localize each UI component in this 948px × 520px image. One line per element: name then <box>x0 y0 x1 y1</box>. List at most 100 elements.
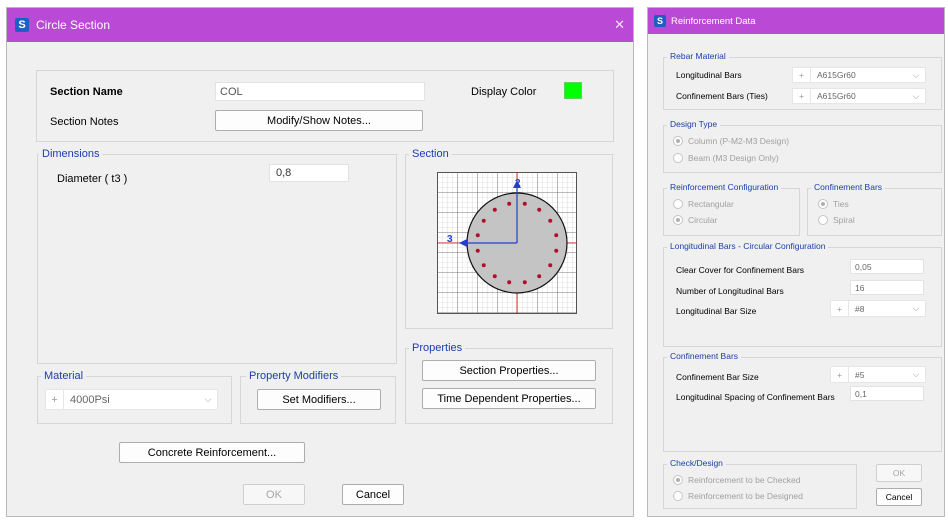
plus-icon[interactable]: + <box>793 68 811 82</box>
axis-2-label: 2 <box>515 178 521 189</box>
rebar-dot <box>475 248 480 253</box>
chevron-down-icon[interactable]: ⌵ <box>907 91 925 102</box>
confinement-spiral-radio[interactable]: Spiral <box>818 215 855 225</box>
reinforcement-cancel-button[interactable]: Cancel <box>876 488 922 506</box>
design-type-column-radio[interactable]: Column (P-M2-M3 Design) <box>673 136 789 146</box>
plus-icon[interactable]: + <box>793 89 811 103</box>
design-type-beam-radio[interactable]: Beam (M3 Design Only) <box>673 153 779 163</box>
section-name-field[interactable]: COL <box>215 82 425 101</box>
modify-notes-button[interactable]: Modify/Show Notes... <box>215 110 423 131</box>
concrete-reinforcement-button[interactable]: Concrete Reinforcement... <box>119 442 305 463</box>
confinement-type-group <box>807 188 942 236</box>
radio-unselected-icon <box>673 199 683 209</box>
reinforcement-configuration-group-label: Reinforcement Configuration <box>667 182 782 192</box>
cancel-button[interactable]: Cancel <box>342 484 404 505</box>
radio-unselected-icon <box>673 491 683 501</box>
reinforcement-designed-radio[interactable]: Reinforcement to be Designed <box>673 491 803 501</box>
confinement-bars-ties-label: Confinement Bars (Ties) <box>676 91 768 101</box>
num-longitudinal-bars-field[interactable]: 16 <box>850 280 924 295</box>
confinement-bars-ties-combo[interactable]: + A615Gr60 ⌵ <box>792 88 926 104</box>
radio-selected-icon <box>673 136 683 146</box>
reinforcement-data-dialog: S Reinforcement Data Rebar Material Long… <box>647 7 945 517</box>
material-combo[interactable]: + 4000Psi ⌵ <box>45 389 218 410</box>
rebar-dot <box>507 201 512 206</box>
radio-selected-icon <box>673 215 683 225</box>
time-dependent-properties-button[interactable]: Time Dependent Properties... <box>422 388 596 409</box>
plus-icon[interactable]: + <box>831 367 849 382</box>
set-modifiers-button[interactable]: Set Modifiers... <box>257 389 381 410</box>
confinement-bars-ties-value: A615Gr60 <box>817 91 856 101</box>
design-type-beam-label: Beam (M3 Design Only) <box>688 153 779 163</box>
reinforcement-checked-radio[interactable]: Reinforcement to be Checked <box>673 475 800 485</box>
section-notes-label: Section Notes <box>50 116 119 128</box>
longitudinal-bars-value: A615Gr60 <box>817 70 856 80</box>
longitudinal-spacing-field[interactable]: 0,1 <box>850 386 924 401</box>
window-title: Reinforcement Data <box>671 15 756 27</box>
rebar-dot <box>548 263 553 268</box>
dimensions-group <box>37 154 397 364</box>
rebar-dot <box>537 207 542 212</box>
confinement-bars-group-label: Confinement Bars <box>667 351 742 361</box>
longitudinal-bar-size-label: Longitudinal Bar Size <box>676 306 757 316</box>
plus-icon[interactable]: + <box>46 390 64 409</box>
config-rectangular-radio[interactable]: Rectangular <box>673 199 734 209</box>
window-title: Circle Section <box>36 18 111 32</box>
rebar-dot <box>481 218 486 223</box>
rebar-dot <box>507 280 512 285</box>
rebar-dot <box>522 280 527 285</box>
diameter-field[interactable]: 0,8 <box>269 164 349 182</box>
longitudinal-circular-group-label: Longitudinal Bars - Circular Configurati… <box>667 241 829 251</box>
rebar-material-group-label: Rebar Material <box>667 51 729 61</box>
reinforcement-designed-label: Reinforcement to be Designed <box>688 491 803 501</box>
check-design-group <box>663 464 857 509</box>
close-icon[interactable]: ✕ <box>614 17 625 33</box>
longitudinal-bars-combo[interactable]: + A615Gr60 ⌵ <box>792 67 926 83</box>
confinement-type-group-label: Confinement Bars <box>811 182 886 192</box>
material-value: 4000Psi <box>70 393 110 406</box>
rebar-dot <box>548 218 553 223</box>
reinforcement-data-titlebar[interactable]: S Reinforcement Data <box>648 8 944 34</box>
confinement-bar-size-label: Confinement Bar Size <box>676 372 759 382</box>
radio-unselected-icon <box>818 215 828 225</box>
app-icon: S <box>15 18 29 32</box>
section-name-box <box>36 70 614 142</box>
confinement-ties-label: Ties <box>833 199 849 209</box>
rebar-dot <box>475 233 480 238</box>
design-type-group-label: Design Type <box>667 119 721 129</box>
section-properties-button[interactable]: Section Properties... <box>422 360 596 381</box>
confinement-ties-radio[interactable]: Ties <box>818 199 849 209</box>
property-modifiers-group-label: Property Modifiers <box>246 370 342 382</box>
confinement-bar-size-combo[interactable]: + #5 ⌵ <box>830 366 926 383</box>
display-color-label: Display Color <box>471 86 537 98</box>
ok-button[interactable]: OK <box>243 484 305 505</box>
reinforcement-ok-button[interactable]: OK <box>876 464 922 482</box>
longitudinal-spacing-label: Longitudinal Spacing of Confinement Bars <box>676 392 835 402</box>
check-design-group-label: Check/Design <box>667 458 726 468</box>
clear-cover-label: Clear Cover for Confinement Bars <box>676 265 805 275</box>
rebar-dot <box>554 233 559 238</box>
chevron-down-icon[interactable]: ⌵ <box>907 303 925 314</box>
rebar-dot <box>492 274 497 279</box>
design-type-column-label: Column (P-M2-M3 Design) <box>688 136 790 146</box>
circle-section-dialog: S Circle Section ✕ Section Name COL Disp… <box>6 7 634 517</box>
rebar-dot <box>481 263 486 268</box>
chevron-down-icon[interactable]: ⌵ <box>907 369 925 380</box>
circle-section-titlebar[interactable]: S Circle Section ✕ <box>7 8 633 42</box>
plus-icon[interactable]: + <box>831 301 849 316</box>
rebar-dot <box>492 207 497 212</box>
material-group-label: Material <box>41 370 87 382</box>
num-longitudinal-bars-label: Number of Longitudinal Bars <box>676 286 784 296</box>
clear-cover-field[interactable]: 0,05 <box>850 259 924 274</box>
section-preview-canvas <box>437 172 577 314</box>
longitudinal-bar-size-value: #8 <box>855 303 865 314</box>
radio-unselected-icon <box>673 153 683 163</box>
longitudinal-bar-size-combo[interactable]: + #8 ⌵ <box>830 300 926 317</box>
chevron-down-icon[interactable]: ⌵ <box>199 394 217 405</box>
chevron-down-icon[interactable]: ⌵ <box>907 70 925 81</box>
display-color-swatch[interactable] <box>564 82 582 99</box>
design-type-group <box>663 125 942 173</box>
section-group-label: Section <box>409 148 452 160</box>
axis-3-label: 3 <box>447 234 453 245</box>
radio-selected-icon <box>673 475 683 485</box>
config-circular-radio[interactable]: Circular <box>673 215 717 225</box>
